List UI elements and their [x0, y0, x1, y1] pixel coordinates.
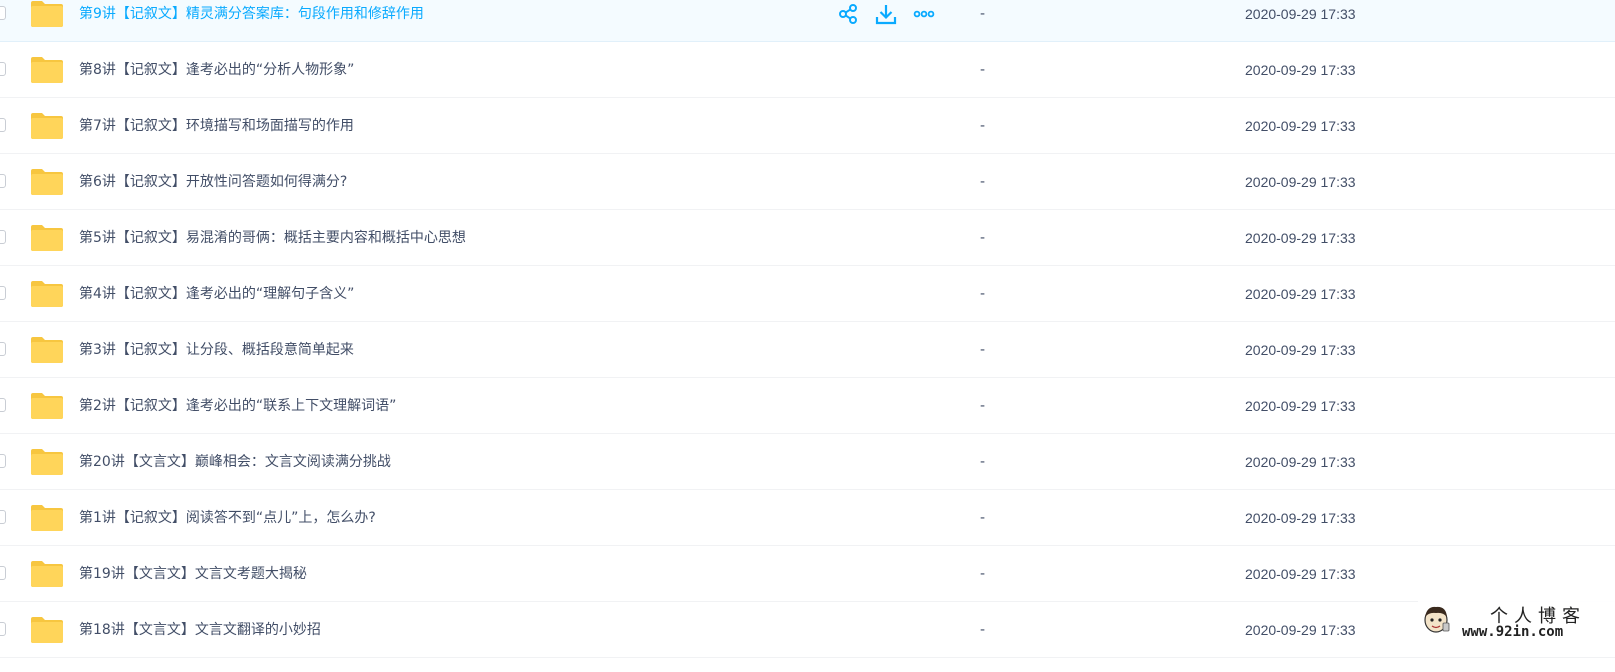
file-row[interactable]: 第19讲【文言文】文言文考题大揭秘 - 2020-09-29 17:33 — [0, 546, 1615, 602]
folder-icon — [31, 224, 63, 251]
file-name[interactable]: 第6讲【记叙文】开放性问答题如何得满分? — [79, 154, 347, 210]
folder-icon — [31, 504, 63, 531]
row-checkbox[interactable] — [0, 565, 6, 580]
row-checkbox[interactable] — [0, 397, 6, 412]
row-checkbox[interactable] — [0, 117, 6, 132]
folder-icon — [31, 0, 63, 27]
file-date: 2020-09-29 17:33 — [1245, 62, 1356, 78]
file-size: - — [980, 454, 986, 470]
file-row[interactable]: 第5讲【记叙文】易混淆的哥俩：概括主要内容和概括中心思想 - 2020-09-2… — [0, 210, 1615, 266]
folder-icon — [31, 392, 63, 419]
row-checkbox[interactable] — [0, 453, 6, 468]
folder-icon — [31, 168, 63, 195]
file-row[interactable]: 第8讲【记叙文】逢考必出的“分析人物形象” - 2020-09-29 17:33 — [0, 42, 1615, 98]
file-date: 2020-09-29 17:33 — [1245, 118, 1356, 134]
folder-icon — [31, 560, 63, 587]
file-name[interactable]: 第18讲【文言文】文言文翻译的小妙招 — [79, 602, 321, 658]
folder-icon — [31, 56, 63, 83]
row-checkbox[interactable] — [0, 621, 6, 636]
more-icon[interactable] — [912, 2, 936, 26]
folder-icon — [31, 616, 63, 643]
file-date: 2020-09-29 17:33 — [1245, 342, 1356, 358]
file-date: 2020-09-29 17:33 — [1245, 454, 1356, 470]
file-name[interactable]: 第2讲【记叙文】逢考必出的“联系上下文理解词语” — [79, 378, 396, 434]
file-name[interactable]: 第8讲【记叙文】逢考必出的“分析人物形象” — [79, 42, 354, 98]
row-checkbox[interactable] — [0, 61, 6, 76]
file-date: 2020-09-29 17:33 — [1245, 566, 1356, 582]
file-date: 2020-09-29 17:33 — [1245, 510, 1356, 526]
file-size: - — [980, 62, 986, 78]
file-name[interactable]: 第20讲【文言文】巅峰相会：文言文阅读满分挑战 — [79, 434, 391, 490]
row-checkbox[interactable] — [0, 173, 6, 188]
file-date: 2020-09-29 17:33 — [1245, 174, 1356, 190]
file-row[interactable]: 第3讲【记叙文】让分段、概括段意简单起来 - 2020-09-29 17:33 — [0, 322, 1615, 378]
file-size: - — [980, 510, 986, 526]
file-size: - — [980, 174, 986, 190]
file-size: - — [980, 230, 986, 246]
row-checkbox[interactable] — [0, 509, 6, 524]
folder-icon — [31, 112, 63, 139]
file-row[interactable]: 第4讲【记叙文】逢考必出的“理解句子含义” - 2020-09-29 17:33 — [0, 266, 1615, 322]
file-name[interactable]: 第5讲【记叙文】易混淆的哥俩：概括主要内容和概括中心思想 — [79, 210, 466, 266]
file-name[interactable]: 第7讲【记叙文】环境描写和场面描写的作用 — [79, 98, 354, 154]
row-checkbox[interactable] — [0, 285, 6, 300]
watermark-url: www.92in.com — [1462, 624, 1564, 640]
file-name[interactable]: 第1讲【记叙文】阅读答不到“点儿”上，怎么办? — [79, 490, 376, 546]
file-date: 2020-09-29 17:33 — [1245, 622, 1356, 638]
file-row[interactable]: 第18讲【文言文】文言文翻译的小妙招 - 2020-09-29 17:33 — [0, 602, 1615, 658]
file-name[interactable]: 第9讲【记叙文】精灵满分答案库：句段作用和修辞作用 — [79, 0, 424, 42]
cartoon-avatar-icon — [1424, 606, 1450, 633]
file-date: 2020-09-29 17:33 — [1245, 230, 1356, 246]
file-name[interactable]: 第4讲【记叙文】逢考必出的“理解句子含义” — [79, 266, 354, 322]
row-checkbox[interactable] — [0, 229, 6, 244]
file-size: - — [980, 622, 986, 638]
file-size: - — [980, 118, 986, 134]
file-row[interactable]: 第9讲【记叙文】精灵满分答案库：句段作用和修辞作用 - 2020-09-29 1… — [0, 0, 1615, 42]
file-name[interactable]: 第3讲【记叙文】让分段、概括段意简单起来 — [79, 322, 354, 378]
row-checkbox[interactable] — [0, 341, 6, 356]
file-row[interactable]: 第1讲【记叙文】阅读答不到“点儿”上，怎么办? - 2020-09-29 17:… — [0, 490, 1615, 546]
file-row[interactable]: 第20讲【文言文】巅峰相会：文言文阅读满分挑战 - 2020-09-29 17:… — [0, 434, 1615, 490]
folder-icon — [31, 280, 63, 307]
file-row[interactable]: 第6讲【记叙文】开放性问答题如何得满分? - 2020-09-29 17:33 — [0, 154, 1615, 210]
file-size: - — [980, 398, 986, 414]
file-row[interactable]: 第2讲【记叙文】逢考必出的“联系上下文理解词语” - 2020-09-29 17… — [0, 378, 1615, 434]
file-date: 2020-09-29 17:33 — [1245, 398, 1356, 414]
file-size: - — [980, 6, 986, 22]
file-name[interactable]: 第19讲【文言文】文言文考题大揭秘 — [79, 546, 307, 602]
folder-icon — [31, 448, 63, 475]
file-size: - — [980, 566, 986, 582]
file-row[interactable]: 第7讲【记叙文】环境描写和场面描写的作用 - 2020-09-29 17:33 — [0, 98, 1615, 154]
row-checkbox[interactable] — [0, 5, 6, 20]
blog-watermark: 个人博客 www.92in.com — [1418, 598, 1615, 645]
file-date: 2020-09-29 17:33 — [1245, 286, 1356, 302]
file-size: - — [980, 286, 986, 302]
folder-icon — [31, 336, 63, 363]
download-icon[interactable] — [874, 2, 898, 26]
file-size: - — [980, 342, 986, 358]
file-date: 2020-09-29 17:33 — [1245, 6, 1356, 22]
share-icon[interactable] — [836, 2, 860, 26]
file-list: 第9讲【记叙文】精灵满分答案库：句段作用和修辞作用 - 2020-09-29 1… — [0, 0, 1615, 672]
